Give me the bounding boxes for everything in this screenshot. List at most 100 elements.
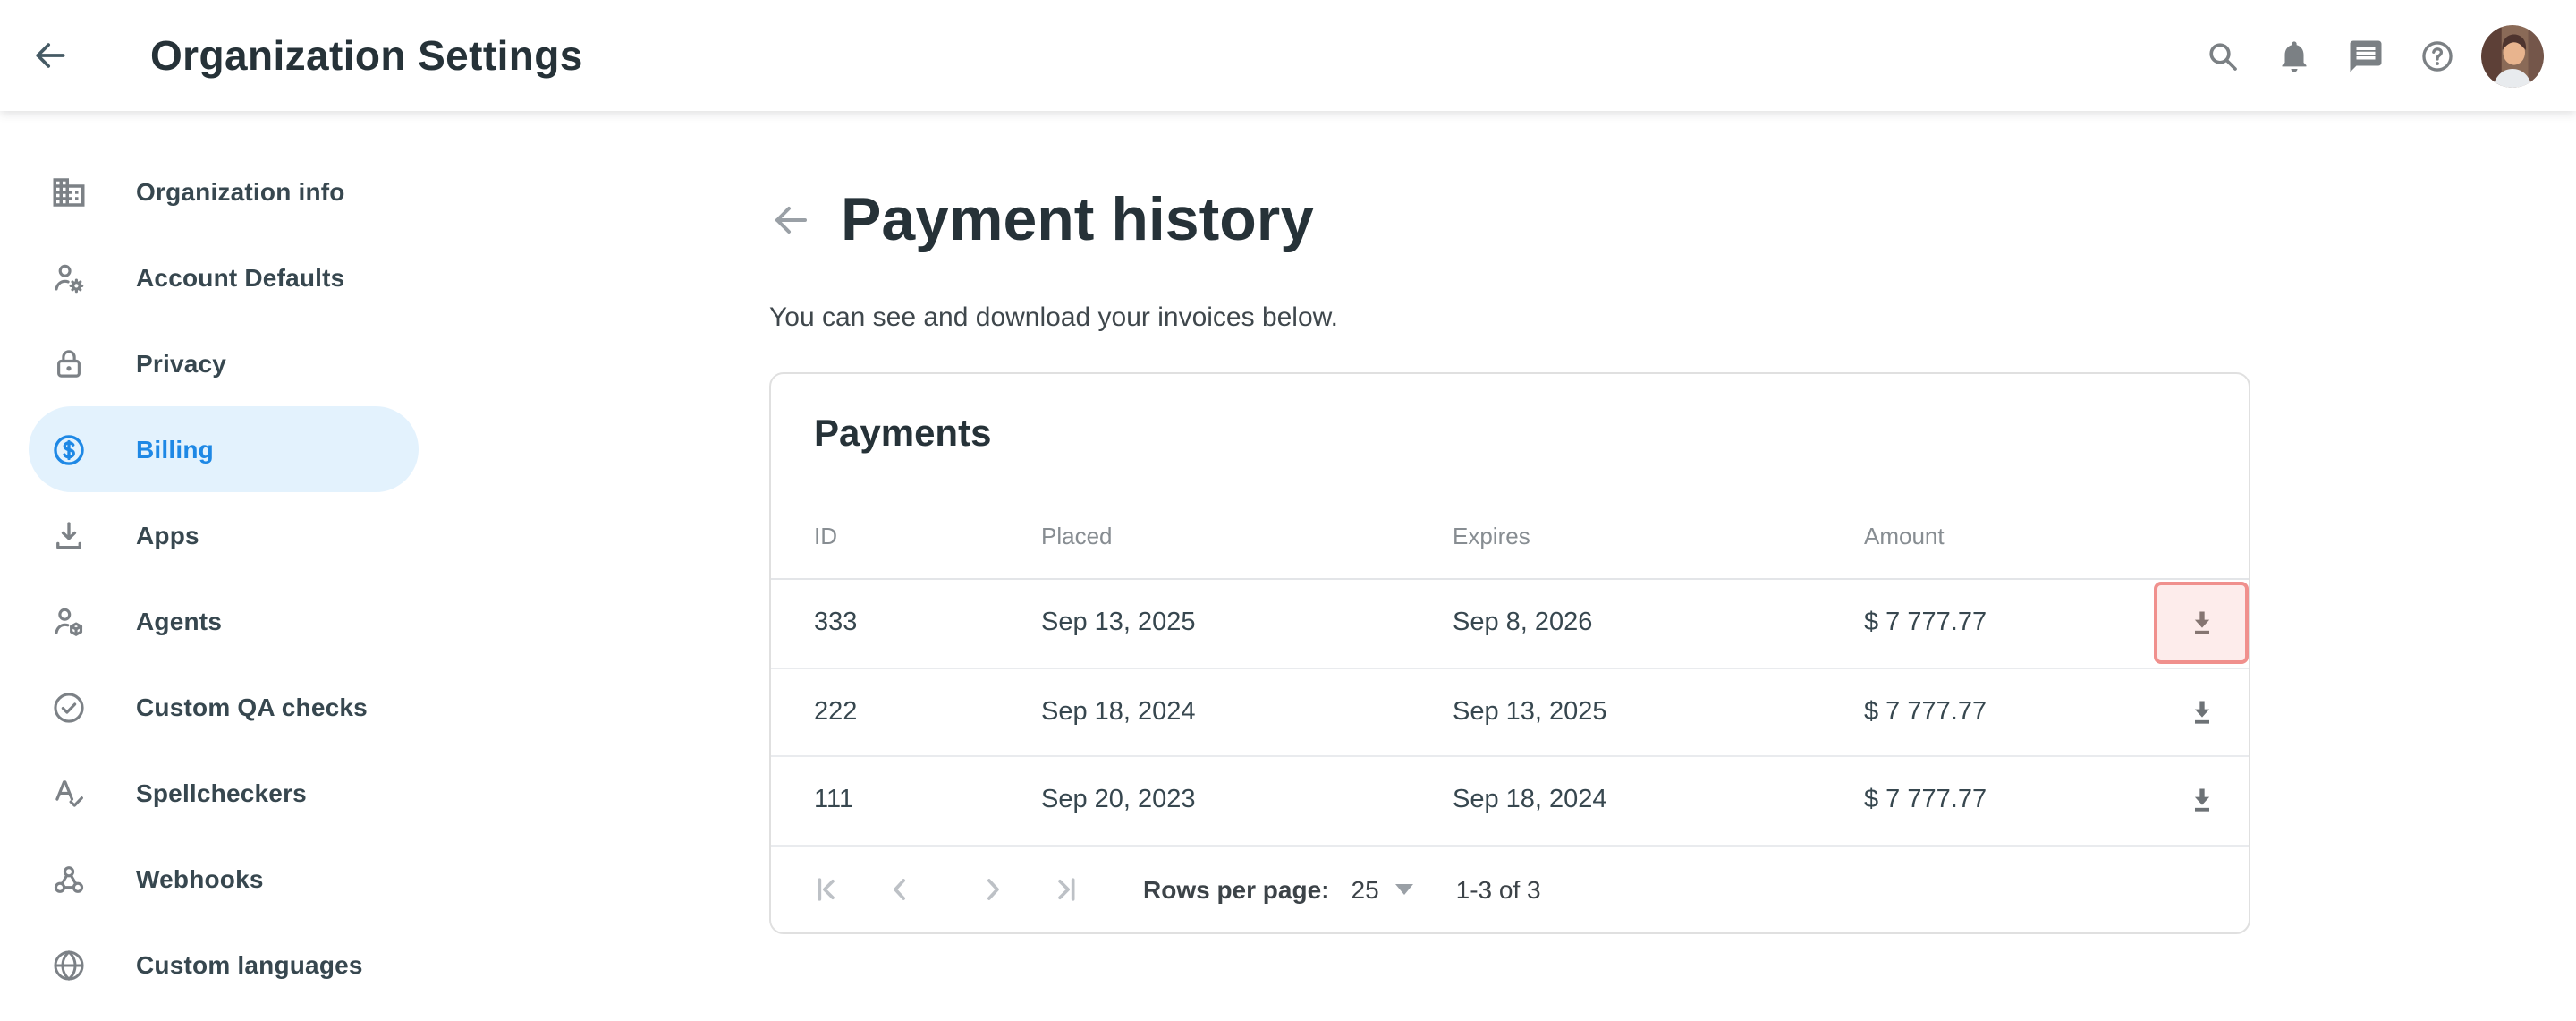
app-title: Organization Settings xyxy=(150,31,583,80)
back-button[interactable] xyxy=(30,36,70,75)
previous-page-button[interactable] xyxy=(882,871,918,906)
download-invoice-button[interactable] xyxy=(2154,671,2249,753)
sidebar-item-label: Account Defaults xyxy=(136,263,344,292)
cell-id: 111 xyxy=(814,787,1041,815)
download-tray-icon xyxy=(50,516,88,554)
column-header-amount: Amount xyxy=(1864,517,2154,549)
organization-settings-page: Organization Settings xyxy=(0,0,2576,1021)
chat-button[interactable] xyxy=(2347,37,2385,74)
sidebar-item-label: Organization info xyxy=(136,177,345,206)
download-icon xyxy=(2183,783,2219,819)
sidebar-item-spellcheckers[interactable]: Spellcheckers xyxy=(29,750,419,836)
download-icon xyxy=(2183,606,2219,642)
card-title: Payments xyxy=(814,413,991,456)
table-row: 111 Sep 20, 2023 Sep 18, 2024 $ 7 777.77 xyxy=(771,757,2249,846)
sidebar-item-label: Billing xyxy=(136,435,214,464)
search-icon xyxy=(2204,37,2241,74)
cell-amount: $ 7 777.77 xyxy=(1864,698,2154,727)
download-icon xyxy=(2183,694,2219,730)
sidebar-item-label: Custom QA checks xyxy=(136,693,368,721)
rows-per-page-select[interactable]: 25 xyxy=(1352,874,1413,903)
avatar-photo xyxy=(2481,24,2544,87)
sidebar-item-custom-qa-checks[interactable]: Custom QA checks xyxy=(29,664,419,750)
arrow-left-icon xyxy=(769,199,812,242)
chat-icon xyxy=(2347,37,2385,74)
table-pagination: Rows per page: 25 1-3 of 3 xyxy=(771,846,2249,932)
cell-expires: Sep 13, 2025 xyxy=(1453,698,1864,727)
webhook-icon xyxy=(50,860,88,898)
cell-actions xyxy=(2154,580,2249,667)
search-button[interactable] xyxy=(2204,37,2241,74)
chevron-right-icon xyxy=(975,871,1011,906)
avatar[interactable] xyxy=(2481,24,2544,87)
arrow-left-icon xyxy=(30,36,70,75)
sidebar-item-organization-info[interactable]: Organization info xyxy=(29,149,419,234)
sidebar-item-label: Privacy xyxy=(136,349,226,378)
sidebar-item-agents[interactable]: Agents xyxy=(29,578,419,664)
rows-per-page-value: 25 xyxy=(1352,874,1379,903)
globe-icon xyxy=(50,946,88,983)
sidebar-item-billing[interactable]: Billing xyxy=(29,406,419,492)
page-subtitle: You can see and download your invoices b… xyxy=(769,301,1338,336)
help-button[interactable] xyxy=(2419,37,2456,74)
sidebar-item-label: Custom languages xyxy=(136,950,363,979)
last-page-icon xyxy=(1046,871,1082,906)
cell-placed: Sep 20, 2023 xyxy=(1041,787,1453,815)
page-back-button[interactable] xyxy=(769,199,812,242)
download-invoice-button[interactable] xyxy=(2154,760,2249,842)
column-header-expires: Expires xyxy=(1453,517,1864,549)
settings-sidebar: Organization info Account Defaults Priva… xyxy=(0,111,501,1008)
rows-per-page-label: Rows per page: xyxy=(1143,874,1330,903)
cell-amount: $ 7 777.77 xyxy=(1864,787,2154,815)
spellcheck-icon xyxy=(50,774,88,812)
cell-actions xyxy=(2154,668,2249,755)
last-page-button[interactable] xyxy=(1046,871,1082,906)
main-content: Payment history You can see and download… xyxy=(769,111,2254,1020)
dollar-circle-icon xyxy=(50,430,88,468)
cell-actions xyxy=(2154,757,2249,844)
download-invoice-button[interactable] xyxy=(2154,583,2249,665)
sidebar-item-privacy[interactable]: Privacy xyxy=(29,320,419,406)
top-bar: Organization Settings xyxy=(0,0,2576,111)
table-row: 333 Sep 13, 2025 Sep 8, 2026 $ 7 777.77 xyxy=(771,580,2249,668)
column-header-placed: Placed xyxy=(1041,517,1453,549)
cell-id: 222 xyxy=(814,698,1041,727)
lock-icon xyxy=(50,345,88,382)
next-page-button[interactable] xyxy=(975,871,1011,906)
cell-placed: Sep 18, 2024 xyxy=(1041,698,1453,727)
sidebar-item-apps[interactable]: Apps xyxy=(29,492,419,578)
notifications-button[interactable] xyxy=(2275,37,2313,74)
person-gear-icon xyxy=(50,259,88,296)
payments-card: Payments ID Placed Expires Amount 333 Se… xyxy=(769,372,2250,934)
help-icon xyxy=(2419,37,2456,74)
table-header-row: ID Placed Expires Amount xyxy=(771,517,2249,580)
cell-id: 333 xyxy=(814,609,1041,638)
first-page-button[interactable] xyxy=(810,871,846,906)
pagination-range: 1-3 of 3 xyxy=(1456,874,1541,903)
caret-down-icon xyxy=(1395,883,1413,894)
person-cube-icon xyxy=(50,602,88,640)
chevron-left-icon xyxy=(882,871,918,906)
page-title: Payment history xyxy=(841,185,1314,255)
sidebar-item-label: Apps xyxy=(136,521,199,549)
first-page-icon xyxy=(810,871,846,906)
sidebar-item-webhooks[interactable]: Webhooks xyxy=(29,836,419,922)
table-row: 222 Sep 18, 2024 Sep 13, 2025 $ 7 777.77 xyxy=(771,668,2249,757)
sidebar-item-label: Webhooks xyxy=(136,864,264,893)
cell-expires: Sep 18, 2024 xyxy=(1453,787,1864,815)
page-header: Payment history xyxy=(769,181,1314,260)
table-body: 333 Sep 13, 2025 Sep 8, 2026 $ 7 777.77 … xyxy=(771,580,2249,846)
cell-expires: Sep 8, 2026 xyxy=(1453,609,1864,638)
cell-placed: Sep 13, 2025 xyxy=(1041,609,1453,638)
column-header-actions xyxy=(2154,517,2249,523)
column-header-id: ID xyxy=(814,517,1041,549)
bell-icon xyxy=(2275,37,2313,74)
sidebar-item-account-defaults[interactable]: Account Defaults xyxy=(29,234,419,320)
sidebar-item-label: Agents xyxy=(136,607,222,635)
sidebar-item-label: Spellcheckers xyxy=(136,779,307,807)
cell-amount: $ 7 777.77 xyxy=(1864,609,2154,638)
top-bar-actions xyxy=(2170,24,2576,87)
check-circle-icon xyxy=(50,688,88,726)
sidebar-item-custom-languages[interactable]: Custom languages xyxy=(29,922,419,1008)
building-icon xyxy=(50,173,88,210)
